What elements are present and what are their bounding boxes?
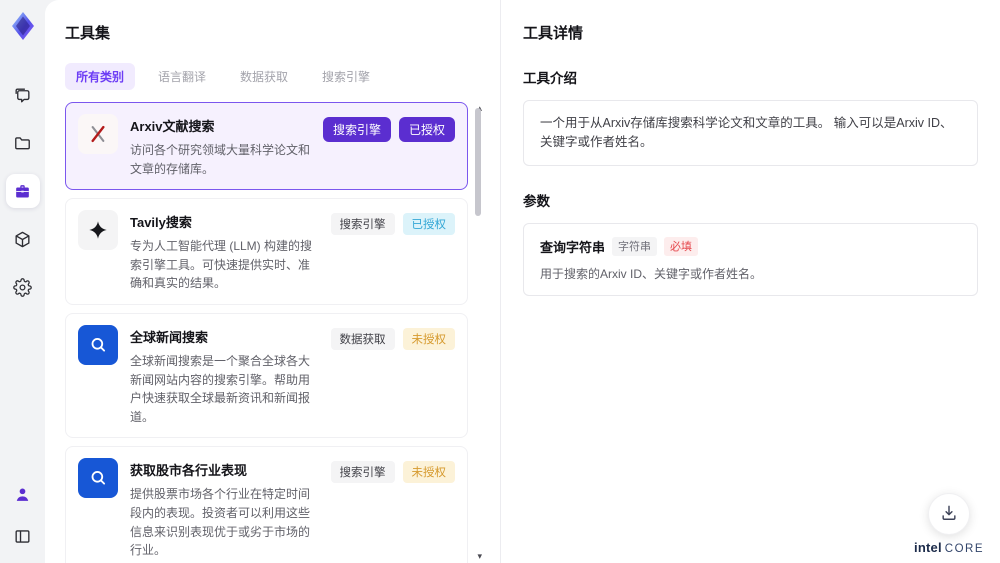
folder-icon	[13, 134, 32, 153]
scrollbar[interactable]: ▴ ▾	[473, 104, 482, 561]
intel-core-logo: intel core	[914, 540, 984, 555]
sidebar-item-panel[interactable]	[6, 519, 40, 553]
tool-list: Arxiv文献搜索 访问各个研究领域大量科学论文和文章的存储库。 搜索引擎 已授权 Ta…	[65, 102, 482, 563]
params-heading: 参数	[523, 193, 550, 209]
status-badge: 未授权	[402, 327, 455, 350]
intel-wordmark: intel	[914, 540, 942, 555]
sidebar-bottom	[6, 477, 40, 563]
category-tag: 搜索引擎	[330, 213, 395, 236]
gem-logo-icon[interactable]	[7, 10, 39, 42]
status-badge: 已授权	[398, 117, 455, 142]
param-desc: 用于搜索的Arxiv ID、关键字或作者姓名。	[540, 266, 763, 281]
tool-card[interactable]: Tavily搜索专为人工智能代理 (LLM) 构建的搜索引擎工具。可快速提供实时…	[65, 198, 468, 305]
tool-card[interactable]: 全球新闻搜索全球新闻搜索是一个聚合全球各大新闻网站内容的搜索引擎。帮助用户快速获…	[65, 312, 468, 439]
news-search-icon	[78, 324, 118, 365]
status-badge: 未授权	[402, 461, 455, 484]
status-badge: 已授权	[402, 213, 455, 236]
chat-icon	[13, 86, 32, 105]
core-wordmark: core	[944, 543, 984, 555]
news-search-icon	[78, 458, 118, 499]
sidebar-item-settings[interactable]	[6, 270, 40, 304]
tab-1[interactable]: 语言翻译	[147, 63, 217, 90]
tool-desc: 访问各个研究领域大量科学论文和文章的存储库。	[130, 143, 311, 176]
param-head: 查询字符串 字符串 必填	[540, 236, 961, 256]
sidebar-item-toolbox[interactable]	[5, 174, 40, 208]
page-title: 工具集	[65, 25, 111, 42]
corner-widgets: intel core	[914, 493, 984, 555]
tool-title: 全球新闻搜索	[130, 329, 209, 345]
tool-title: 获取股市各行业表现	[130, 463, 248, 479]
tool-desc: 全球新闻搜索是一个聚合全球各大新闻网站内容的搜索引擎。帮助用户快速获取全球最新资…	[130, 353, 311, 424]
tool-list-panel: 工具集 所有类别 语言翻译 数据获取 搜索引擎 Arxiv文献搜索 访问各个研究领域大量…	[45, 0, 500, 563]
tool-card[interactable]: Arxiv文献搜索访问各个研究领域大量科学论文和文章的存储库。 搜索引擎 已授权	[65, 102, 468, 191]
settings-gear-icon	[13, 277, 32, 297]
tool-title: Arxiv文献搜索	[130, 119, 215, 134]
sidebar-item-user[interactable]	[6, 477, 40, 511]
tab-2[interactable]: 数据获取	[229, 63, 299, 90]
category-tag: 数据获取	[330, 327, 395, 350]
tab-3[interactable]: 搜索引擎	[311, 63, 381, 90]
param-name: 查询字符串	[540, 239, 606, 255]
param-box: 查询字符串 字符串 必填 用于搜索的Arxiv ID、关键字或作者姓名。	[523, 222, 978, 296]
category-tag: 搜索引擎	[330, 461, 395, 484]
app-window: 工具集 所有类别 语言翻译 数据获取 搜索引擎 Arxiv文献搜索 访问各个研究领域大量…	[0, 0, 1000, 563]
detail-title: 工具详情	[523, 25, 584, 42]
param-type-badge: 字符串	[612, 236, 658, 256]
category-tag: 搜索引擎	[322, 117, 391, 142]
download-button[interactable]	[928, 493, 971, 535]
intro-heading: 工具介绍	[523, 71, 577, 86]
sidebar-item-chat[interactable]	[6, 78, 40, 112]
toolbox-icon	[13, 182, 32, 201]
tool-detail-panel: 工具详情 工具介绍 一个用于从Arxiv存储库搜索科学论文和文章的工具。 输入可…	[500, 0, 1000, 563]
sidebar-rail	[0, 0, 45, 563]
sidebar-item-folder[interactable]	[6, 126, 40, 160]
scroll-down-icon[interactable]: ▾	[477, 552, 482, 561]
intro-box: 一个用于从Arxiv存储库搜索科学论文和文章的工具。 输入可以是Arxiv ID…	[523, 100, 978, 166]
tool-desc: 专为人工智能代理 (LLM) 构建的搜索引擎工具。可快速提供实时、准确和真实的结…	[130, 239, 313, 291]
category-tabs: 所有类别 语言翻译 数据获取 搜索引擎	[65, 63, 482, 90]
sparkle-icon	[78, 210, 118, 251]
package-icon	[13, 230, 32, 249]
user-avatar-icon	[13, 485, 32, 504]
scrollbar-thumb[interactable]	[475, 108, 481, 216]
intro-text: 一个用于从Arxiv存储库搜索科学论文和文章的工具。 输入可以是Arxiv ID…	[540, 116, 953, 149]
panel-toggle-icon	[13, 527, 32, 546]
tool-card[interactable]: 获取股市各行业表现提供股票市场各个行业在特定时间段内的表现。投资者可以利用这些信…	[65, 446, 468, 563]
tab-0[interactable]: 所有类别	[65, 63, 136, 90]
tool-title: Tavily搜索	[130, 215, 192, 231]
arxiv-x-icon	[78, 114, 118, 154]
sidebar-item-package[interactable]	[6, 222, 40, 256]
tool-desc: 提供股票市场各个行业在特定时间段内的表现。投资者可以利用这些信息来识别表现优于或…	[130, 487, 311, 558]
download-icon	[939, 503, 959, 526]
main-content: 工具集 所有类别 语言翻译 数据获取 搜索引擎 Arxiv文献搜索 访问各个研究领域大量…	[45, 0, 1000, 563]
param-required-badge: 必填	[664, 236, 699, 256]
sidebar-nav	[5, 78, 40, 304]
